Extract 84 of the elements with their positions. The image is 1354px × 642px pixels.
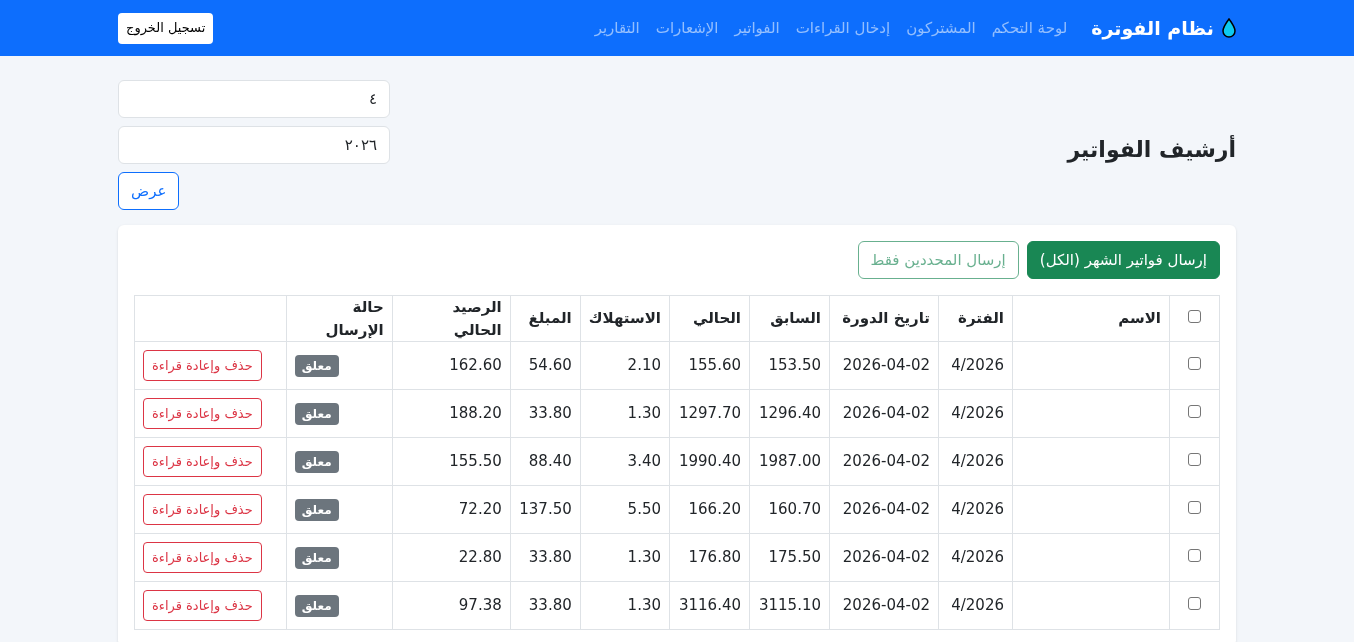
table-cell-text: 4/2026 <box>951 355 1004 377</box>
nav-link[interactable]: لوحة التحكم <box>991 16 1068 40</box>
table-cell-text: 176.80 <box>688 547 741 569</box>
status-badge: معلق <box>294 595 339 617</box>
month-field[interactable]: ٤ <box>118 80 390 118</box>
checkbox[interactable] <box>1188 549 1201 563</box>
table-cell-text: 1.30 <box>627 403 661 425</box>
table-cell-text: 2026-04-02 <box>842 355 930 377</box>
status-badge: معلق <box>294 547 339 569</box>
table-cell-text: 2026-04-02 <box>842 403 930 425</box>
table-cell-text: 4/2026 <box>951 595 1004 617</box>
table-cell-text: 4/2026 <box>951 547 1004 569</box>
table-cell-text: 1.30 <box>627 595 661 617</box>
table-cell-text: 97.38 <box>458 595 502 617</box>
table-cell-text: 4/2026 <box>951 499 1004 521</box>
table-cell-text: 175.50 <box>768 547 821 569</box>
delete-reread-button[interactable]: حذف وإعادة قراءة <box>143 542 262 573</box>
table-cell-text: 72.20 <box>458 499 502 521</box>
table-cell-text: 5.50 <box>627 499 661 521</box>
column-header: الحالي <box>692 309 741 328</box>
nav-link[interactable]: الفواتير <box>734 16 780 40</box>
table-cell-text: 2026-04-02 <box>842 595 930 617</box>
logout-button[interactable]: تسجيل الخروج <box>118 12 214 44</box>
checkbox[interactable] <box>1188 405 1201 419</box>
show-button[interactable]: عرض <box>118 172 180 210</box>
table-cell-text: 160.70 <box>768 499 821 521</box>
column-header: الرصيد الحالي <box>452 298 502 339</box>
delete-reread-button[interactable]: حذف وإعادة قراءة <box>143 494 262 525</box>
delete-reread-button[interactable]: حذف وإعادة قراءة <box>143 590 262 621</box>
table-cell-text: 88.40 <box>528 451 572 473</box>
table-cell-text: 1990.40 <box>678 451 741 473</box>
nav-link[interactable]: المشتركون <box>906 16 976 40</box>
nav-link[interactable]: إدخال القراءات <box>795 16 891 40</box>
checkbox[interactable] <box>1188 453 1201 467</box>
status-badge: معلق <box>294 403 339 425</box>
brand[interactable]: نظام الفوترة <box>1091 13 1236 43</box>
table-cell-text: 2026-04-02 <box>842 547 930 569</box>
checkbox[interactable] <box>1188 597 1201 611</box>
table-cell-text: 162.60 <box>449 355 502 377</box>
delete-reread-button[interactable]: حذف وإعادة قراءة <box>143 350 262 381</box>
table-cell-text: 33.80 <box>528 403 572 425</box>
table-cell-text: 22.80 <box>458 547 502 569</box>
nav-link[interactable]: التقارير <box>594 16 640 40</box>
table-cell-text: 33.80 <box>528 595 572 617</box>
table-cell-text: 153.50 <box>768 355 821 377</box>
table-cell-text: 3116.40 <box>678 595 741 617</box>
column-header: حالة الإرسال <box>325 298 384 339</box>
table-cell-text: 1.30 <box>627 547 661 569</box>
table-cell-text: 137.50 <box>519 499 572 521</box>
column-header: الفترة <box>958 309 1004 328</box>
column-header: الاسم <box>1118 309 1161 328</box>
table-cell-text: 155.60 <box>688 355 741 377</box>
page-title: أرشيف الفواتير <box>1067 134 1236 165</box>
column-header: الاستهلاك <box>588 309 661 328</box>
table-cell-text: 2026-04-02 <box>842 451 930 473</box>
status-badge: معلق <box>294 499 339 521</box>
column-header: المبلغ <box>528 309 572 328</box>
send-button[interactable]: إرسال فواتير الشهر (الكل) <box>1026 241 1220 279</box>
checkbox[interactable] <box>1188 501 1201 515</box>
table-cell-text: 54.60 <box>528 355 572 377</box>
column-header: السابق <box>770 309 821 328</box>
status-badge: معلق <box>294 451 339 473</box>
nav-link[interactable]: الإشعارات <box>655 16 719 40</box>
checkbox[interactable] <box>1188 310 1201 324</box>
table-cell-text: 1297.70 <box>678 403 741 425</box>
checkbox[interactable] <box>1188 357 1201 371</box>
table-cell-text: 4/2026 <box>951 451 1004 473</box>
table-cell-text: 155.50 <box>449 451 502 473</box>
table-cell-text: 33.80 <box>528 547 572 569</box>
table-cell-text: 166.20 <box>688 499 741 521</box>
table-cell-text: 1987.00 <box>758 451 821 473</box>
table-cell-text: 4/2026 <box>951 403 1004 425</box>
column-header: تاريخ الدورة <box>842 309 930 328</box>
droplet-icon <box>1222 18 1236 38</box>
table-cell-text: 3.40 <box>627 451 661 473</box>
status-badge: معلق <box>294 355 339 377</box>
table-cell-text: 1296.40 <box>758 403 821 425</box>
table-cell-text: 2026-04-02 <box>842 499 930 521</box>
year-field[interactable]: ٢٠٢٦ <box>118 126 390 164</box>
delete-reread-button[interactable]: حذف وإعادة قراءة <box>143 398 262 429</box>
table-cell-text: 3115.10 <box>758 595 821 617</box>
table-cell-text: 2.10 <box>627 355 661 377</box>
delete-reread-button[interactable]: حذف وإعادة قراءة <box>143 446 262 477</box>
table-cell-text: 188.20 <box>449 403 502 425</box>
